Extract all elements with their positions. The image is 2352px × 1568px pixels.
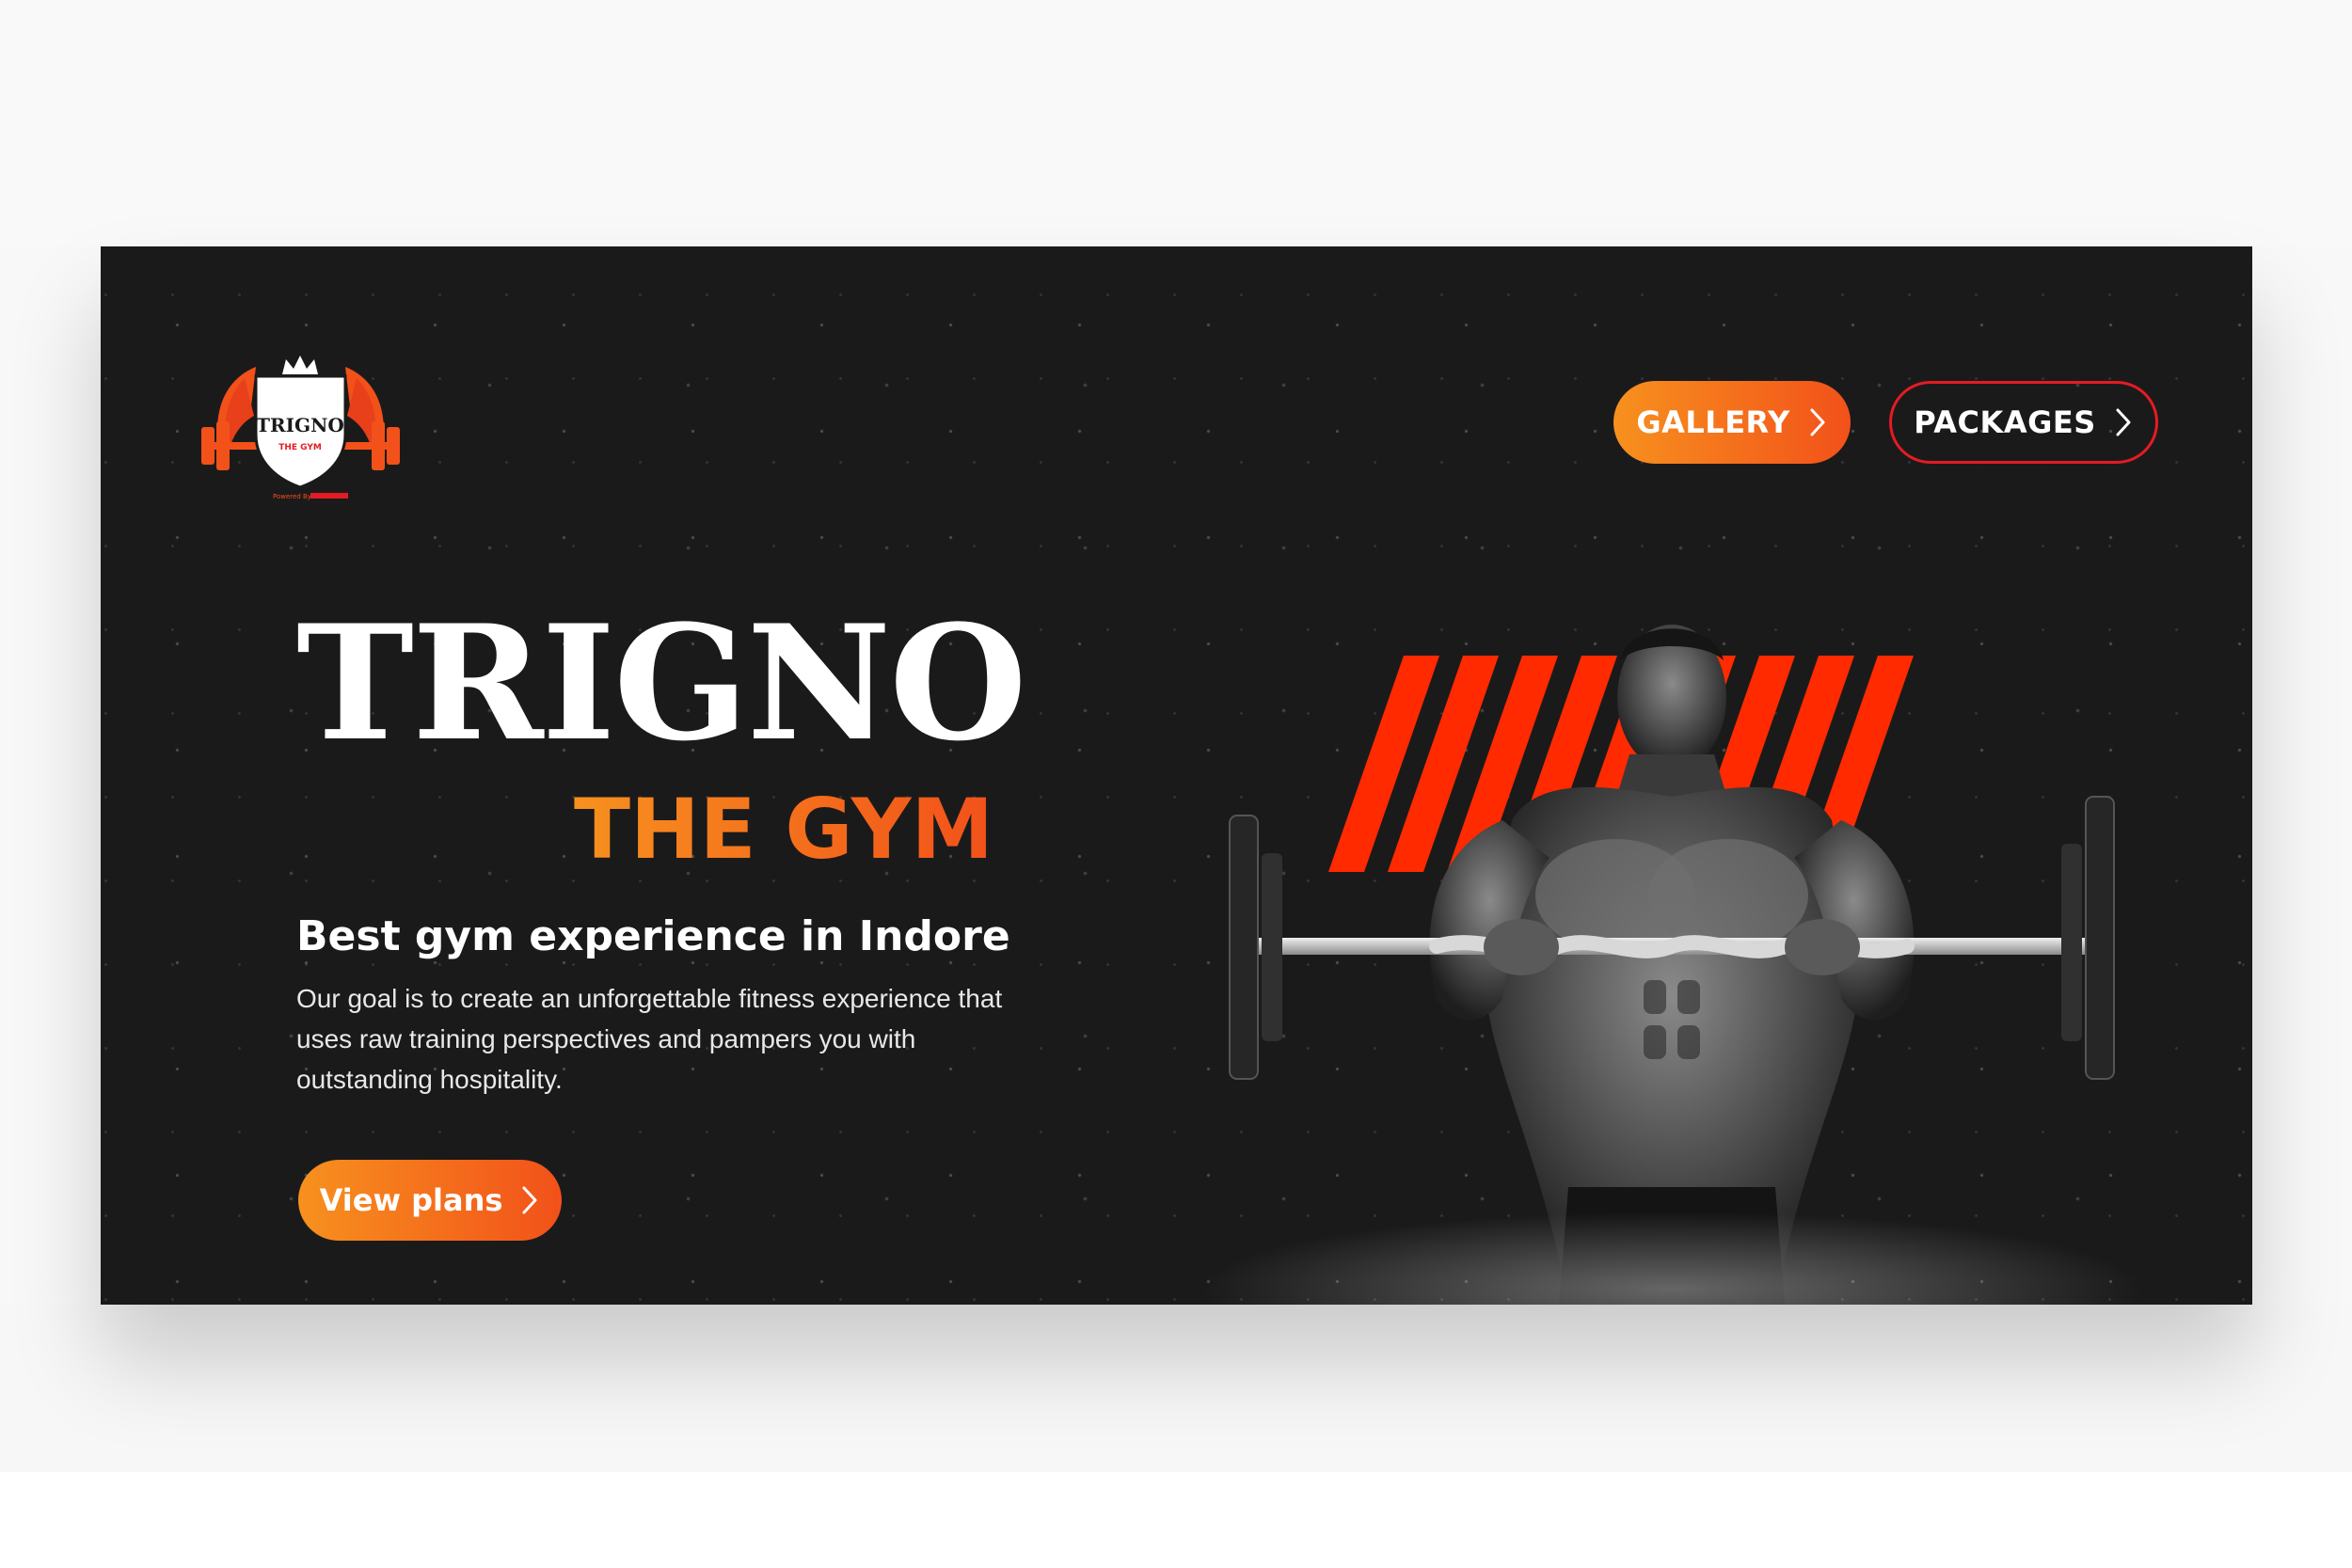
gallery-button-label: GALLERY bbox=[1636, 404, 1790, 440]
svg-text:Powered By: Powered By bbox=[273, 493, 311, 500]
hero-description: Our goal is to create an unforgettable f… bbox=[296, 984, 1003, 1094]
hero-title: TRIGNO bbox=[296, 590, 1027, 776]
gym-logo[interactable]: TRIGNO THE GYM Powered By bbox=[199, 341, 402, 505]
packages-button-label: PACKAGES bbox=[1914, 404, 2096, 440]
chevron-right-icon bbox=[2113, 406, 2134, 438]
hero-subtitle: THE GYM bbox=[574, 781, 994, 878]
svg-text:THE GYM: THE GYM bbox=[278, 443, 322, 452]
athlete-image bbox=[1201, 585, 2142, 1305]
chevron-right-icon bbox=[1807, 406, 1828, 438]
hero-tagline: Best gym experience in Indore bbox=[296, 912, 1010, 960]
view-plans-button[interactable]: View plans bbox=[298, 1160, 562, 1241]
chevron-right-icon bbox=[519, 1184, 540, 1216]
page-footer-area bbox=[0, 1472, 2352, 1568]
page-top-margin bbox=[0, 0, 2352, 246]
gallery-button[interactable]: GALLERY bbox=[1613, 381, 1851, 464]
view-plans-label: View plans bbox=[319, 1182, 503, 1218]
packages-button[interactable]: PACKAGES bbox=[1889, 381, 2158, 464]
svg-text:TRIGNO: TRIGNO bbox=[256, 414, 344, 436]
gym-crest-logo-icon: TRIGNO THE GYM Powered By bbox=[201, 356, 400, 500]
hero-section: TRIGNO THE GYM Powered By GALLERY PACKAG… bbox=[101, 246, 2252, 1305]
